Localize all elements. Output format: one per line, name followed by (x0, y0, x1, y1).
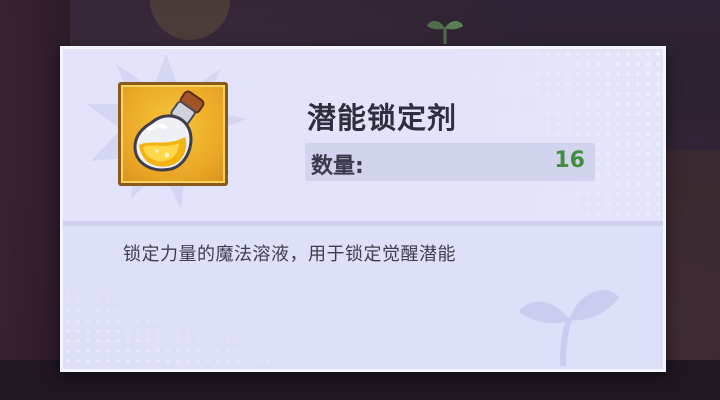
item-name: 潜能锁定剂 (307, 101, 458, 135)
sprout-icon (427, 21, 463, 44)
lamp-decoration (150, 0, 230, 40)
item-detail-card: 潜能锁定剂 数量: 16 锁定力量的魔法溶液，用于锁定觉醒潜能 (60, 46, 666, 372)
dot-pattern-decoration (63, 266, 363, 369)
quantity-value: 16 (554, 148, 585, 173)
card-header: 潜能锁定剂 数量: 16 (63, 49, 663, 222)
item-description: 锁定力量的魔法溶液，用于锁定觉醒潜能 (123, 244, 456, 265)
quantity-row: 数量: 16 (305, 143, 595, 181)
golden-potion-bottle-icon (133, 90, 205, 172)
sprout-watermark-icon (519, 289, 619, 366)
card-body: 锁定力量的魔法溶液，用于锁定觉醒潜能 (63, 226, 663, 369)
quantity-label: 数量: (311, 154, 364, 179)
item-icon-frame (118, 82, 228, 186)
